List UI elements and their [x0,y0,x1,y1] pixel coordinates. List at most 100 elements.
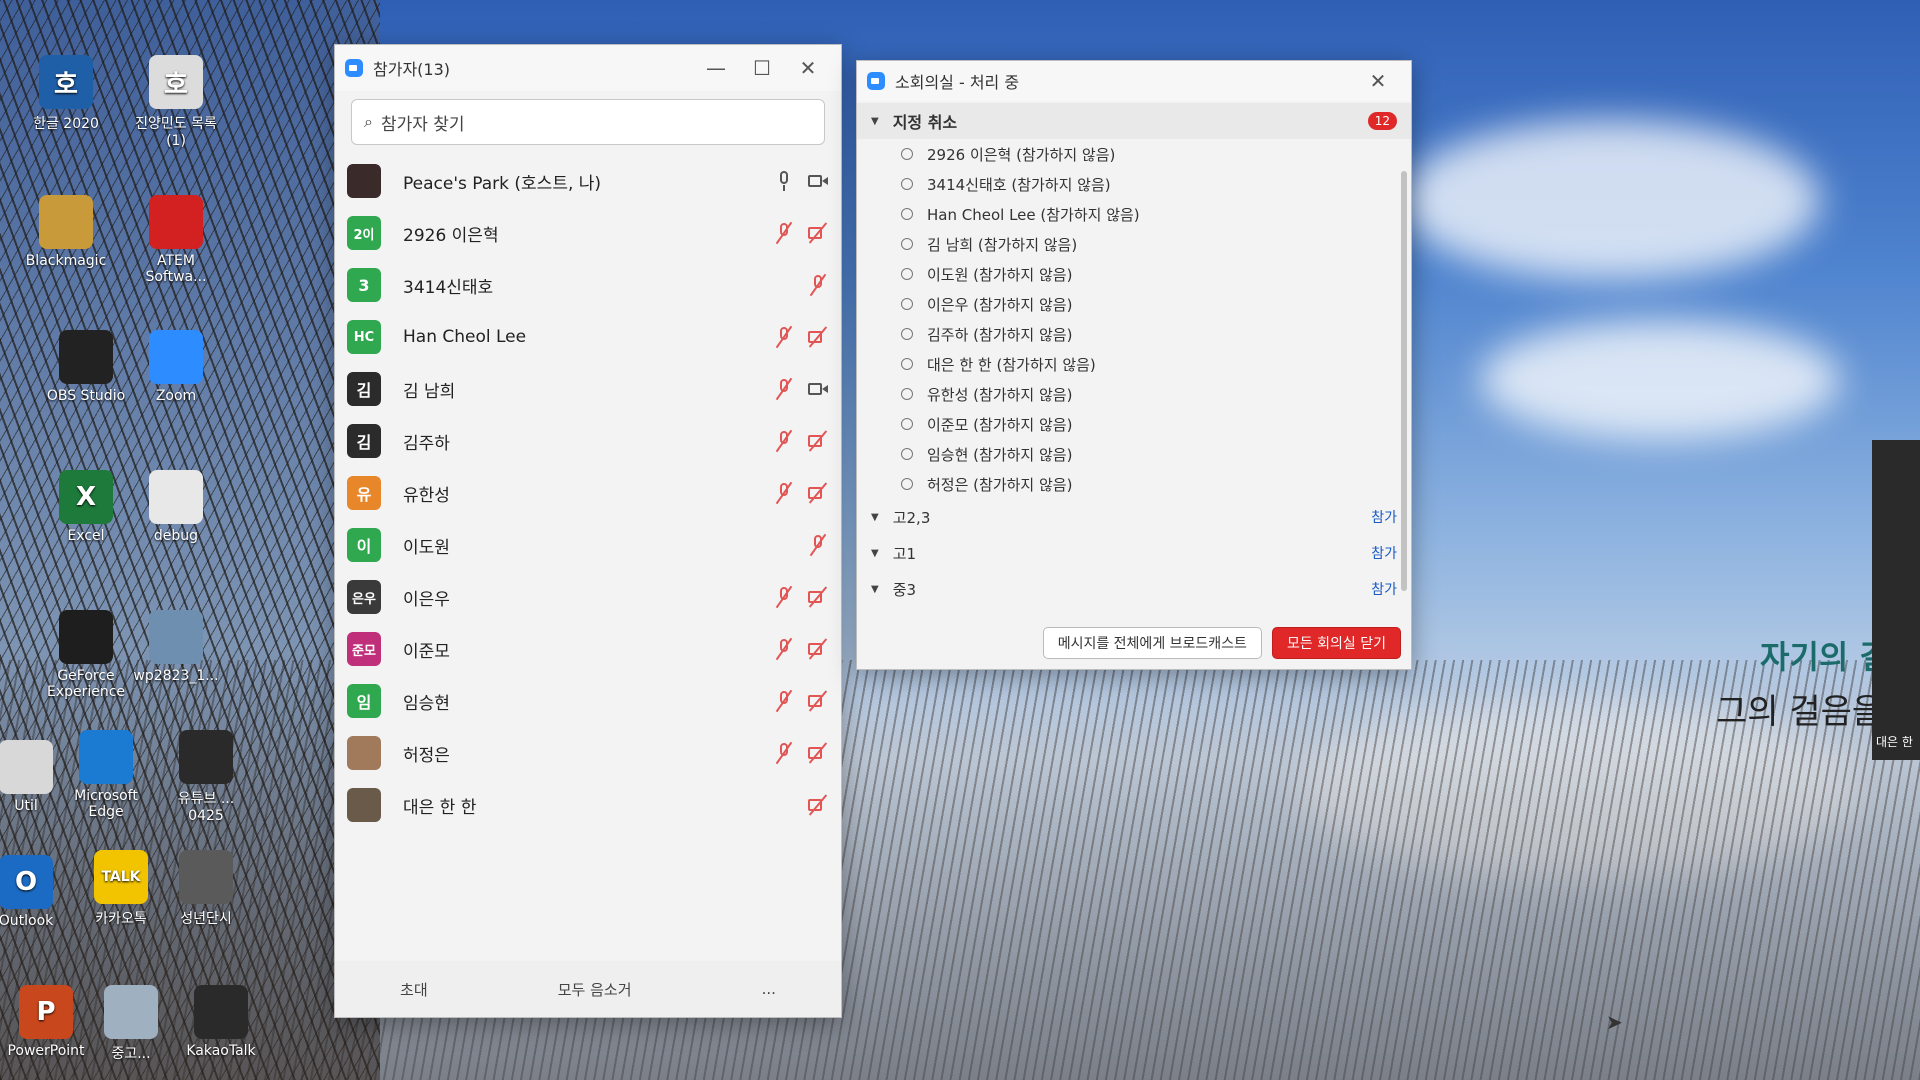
breakout-titlebar[interactable]: 소회의실 - 처리 중 ✕ [857,61,1411,101]
microphone-muted-icon[interactable] [773,430,795,452]
microphone-icon[interactable] [773,170,795,192]
desktop-icon[interactable]: TALK 카카오톡 [75,850,167,928]
camera-off-icon[interactable] [807,326,829,348]
camera-off-icon[interactable] [807,482,829,504]
camera-off-icon[interactable] [807,222,829,244]
unassigned-member[interactable]: 이준모 (참가하지 않음) [857,409,1411,439]
microphone-muted-icon[interactable] [807,534,829,556]
microphone-muted-icon[interactable] [773,742,795,764]
mute-all-button[interactable]: 모두 음소거 [558,979,632,1000]
close-all-rooms-button[interactable]: 모든 회의실 닫기 [1271,627,1401,659]
microphone-muted-icon[interactable] [807,274,829,296]
participant-row[interactable]: 대은 한 한 [347,779,829,831]
unassigned-member[interactable]: 허정은 (참가하지 않음) [857,469,1411,499]
cloud [1480,320,1840,440]
camera-icon[interactable] [807,170,829,192]
caret-down-icon[interactable]: ▼ [871,548,879,559]
camera-off-icon[interactable] [807,430,829,452]
camera-off-icon[interactable] [807,690,829,712]
room-name: 고2,3 [892,508,931,527]
breakout-room-row[interactable]: ▼ 고2,3 참가 [857,499,1411,535]
microphone-muted-icon[interactable] [773,378,795,400]
caret-down-icon[interactable]: ▼ [871,584,879,595]
join-room-button[interactable]: 참가 [1371,507,1397,527]
desktop-icon[interactable]: Microsoft Edge [60,730,152,820]
avatar [347,736,381,770]
avatar: 이 [347,528,381,562]
desktop-icon[interactable]: X Excel [40,470,132,544]
participants-titlebar[interactable]: 참가자(13) — ☐ ✕ [335,45,841,91]
participant-row[interactable]: 2이 2926 이은혁 [347,207,829,259]
desktop-icon[interactable]: P PowerPoint [0,985,92,1059]
join-room-button[interactable]: 참가 [1371,579,1397,599]
microphone-muted-icon[interactable] [773,326,795,348]
camera-off-icon[interactable] [807,638,829,660]
desktop-icon[interactable]: 성년단시 [160,850,252,928]
desktop-icon[interactable]: Blackmagic [20,195,112,269]
breakout-room-row[interactable]: ▼ 고1 참가 [857,535,1411,571]
unassigned-group-header[interactable]: ▼ 지정 취소 12 [857,103,1411,139]
desktop-icon[interactable]: 중고... [85,985,177,1063]
desktop-icon[interactable]: KakaoTalk [175,985,267,1059]
participant-row[interactable]: 김 김 남희 [347,363,829,415]
breakout-room-row[interactable]: ▼ 중3 참가 [857,571,1411,607]
participant-row[interactable]: 은우 이은우 [347,571,829,623]
minimize-icon[interactable]: — [693,56,739,80]
unassigned-member[interactable]: 김 남희 (참가하지 않음) [857,229,1411,259]
unassigned-member[interactable]: 2926 이은혁 (참가하지 않음) [857,139,1411,169]
camera-off-icon[interactable] [807,794,829,816]
unassigned-member[interactable]: 유한성 (참가하지 않음) [857,379,1411,409]
desktop-icon[interactable]: Zoom [130,330,222,404]
microphone-muted-icon[interactable] [773,222,795,244]
participant-name: 이준모 [403,641,450,662]
desktop-icon-label: 성년단시 [180,911,232,927]
slide-line2: 그의 걸음을 [1716,692,1884,732]
desktop-icon[interactable]: wp2823_1... [130,610,222,684]
participant-row[interactable]: 허정은 [347,727,829,779]
unassigned-member[interactable]: 김주하 (참가하지 않음) [857,319,1411,349]
participant-row[interactable]: 3 3414신태호 [347,259,829,311]
desktop-icon[interactable]: 유튜브 ... 0425 [160,730,252,824]
desktop-icon[interactable]: Util [0,740,72,814]
zoom-logo-icon [345,59,363,77]
invite-button[interactable]: 초대 [400,979,428,1000]
desktop-icon[interactable]: debug [130,470,222,544]
desktop-icon[interactable]: ATEM Softwa... [130,195,222,285]
unassigned-member[interactable]: 이은우 (참가하지 않음) [857,289,1411,319]
desktop-icon[interactable]: 호 진양민도 목록 (1) [130,55,222,149]
avatar: 은우 [347,580,381,614]
participant-row[interactable]: 김 김주하 [347,415,829,467]
close-icon[interactable]: ✕ [785,56,831,80]
desktop-icon[interactable]: OBS Studio [40,330,132,404]
scrollbar[interactable] [1401,171,1407,591]
unassigned-label: 지정 취소 [892,113,958,132]
participant-row[interactable]: 이 이도원 [347,519,829,571]
participant-row[interactable]: 임 임승현 [347,675,829,727]
participant-row[interactable]: 준모 이준모 [347,623,829,675]
desktop-icon[interactable]: O Outlook [0,855,72,929]
camera-icon[interactable] [807,378,829,400]
more-button[interactable]: ... [762,980,776,998]
desktop-icon[interactable]: 호 한글 2020 [20,55,112,133]
unassigned-member[interactable]: 대은 한 한 (참가하지 않음) [857,349,1411,379]
maximize-icon[interactable]: ☐ [739,56,785,80]
unassigned-member[interactable]: 3414신태호 (참가하지 않음) [857,169,1411,199]
unassigned-member[interactable]: 이도원 (참가하지 않음) [857,259,1411,289]
desktop-icon[interactable]: GeForce Experience [40,610,132,700]
microphone-muted-icon[interactable] [773,690,795,712]
close-icon[interactable]: ✕ [1355,69,1401,93]
broadcast-button[interactable]: 메시지를 전체에게 브로드캐스트 [1042,627,1262,659]
microphone-muted-icon[interactable] [773,586,795,608]
join-room-button[interactable]: 참가 [1371,543,1397,563]
unassigned-member[interactable]: Han Cheol Lee (참가하지 않음) [857,199,1411,229]
camera-off-icon[interactable] [807,586,829,608]
microphone-muted-icon[interactable] [773,482,795,504]
unassigned-member[interactable]: 임승현 (참가하지 않음) [857,439,1411,469]
camera-off-icon[interactable] [807,742,829,764]
participant-row[interactable]: Peace's Park (호스트, 나) [347,155,829,207]
participant-row[interactable]: 유 유한성 [347,467,829,519]
participant-search-input[interactable]: ⌕ 참가자 찾기 [351,99,825,145]
caret-down-icon[interactable]: ▼ [871,512,879,523]
participant-row[interactable]: HC Han Cheol Lee [347,311,829,363]
microphone-muted-icon[interactable] [773,638,795,660]
